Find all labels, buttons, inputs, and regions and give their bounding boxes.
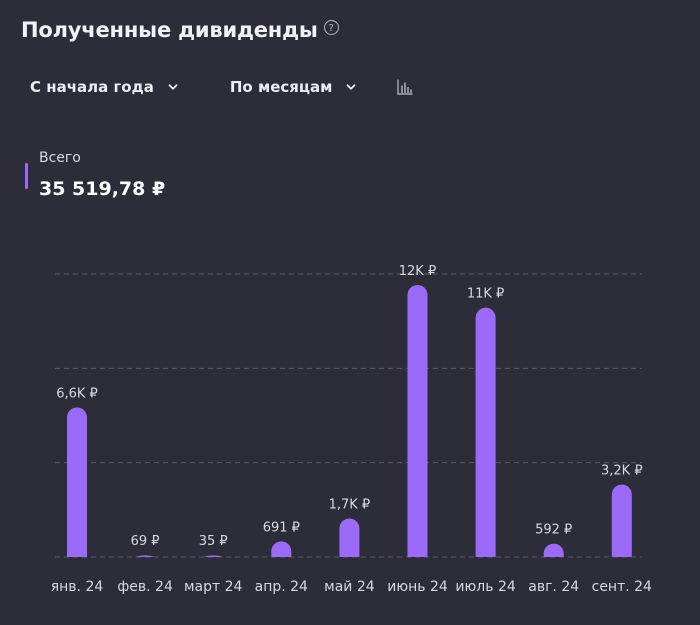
data-label: 592 ₽ — [535, 523, 572, 538]
data-label: 6,6K ₽ — [56, 386, 98, 401]
data-label: 691 ₽ — [263, 520, 300, 535]
data-label: 1,7K ₽ — [329, 497, 371, 512]
data-label: 3,2K ₽ — [601, 463, 643, 478]
bar — [339, 518, 360, 557]
data-label: 35 ₽ — [199, 534, 228, 549]
x-tick-label: авг. 24 — [528, 579, 579, 595]
data-label: 12K ₽ — [399, 264, 436, 279]
x-tick-label: сент. 24 — [592, 579, 652, 595]
dividends-bar-chart: 6,6K ₽ янв. 24 69 ₽ фев. 24 35 ₽ март 24 691 ₽… — [51, 264, 652, 595]
x-tick-label: янв. 24 — [51, 579, 104, 595]
x-tick-label: май 24 — [324, 579, 375, 595]
bar — [135, 555, 156, 557]
data-label: 69 ₽ — [131, 534, 160, 549]
x-tick-label: июль 24 — [455, 579, 515, 595]
bar — [475, 307, 496, 557]
x-tick-label: апр. 24 — [255, 579, 308, 595]
x-tick-label: фев. 24 — [117, 579, 173, 595]
bar — [203, 555, 224, 557]
x-tick-label: июнь 24 — [387, 579, 448, 595]
bar — [271, 541, 292, 557]
x-tick-label: март 24 — [184, 579, 243, 595]
bar — [611, 484, 632, 557]
bar — [67, 407, 87, 557]
bar — [543, 543, 564, 557]
data-label: 11K ₽ — [467, 287, 504, 302]
bar — [407, 285, 428, 557]
